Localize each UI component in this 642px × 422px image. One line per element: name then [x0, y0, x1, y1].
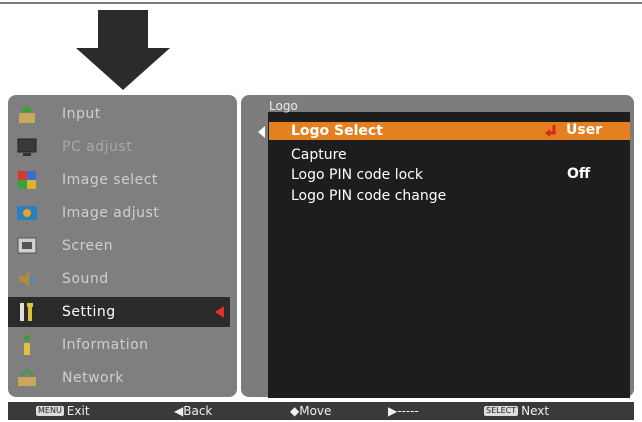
menu-item-label: PC adjust — [62, 139, 133, 155]
menu-item-information[interactable]: Information — [12, 330, 234, 360]
menu-item-label: Image adjust — [62, 205, 160, 221]
row-label: Logo PIN code lock — [291, 167, 423, 183]
return-arrow-icon — [545, 125, 556, 137]
menu-item-label: Input — [62, 106, 101, 122]
next-label: Next — [521, 404, 550, 418]
speaker-icon — [16, 268, 38, 290]
monitor-icon — [16, 136, 38, 158]
menu-item-image-select[interactable]: Image select — [12, 165, 234, 195]
pointer-left-icon — [258, 126, 265, 138]
submenu-row-logo-pin-change[interactable]: Logo PIN code change — [269, 187, 446, 205]
menu-item-sound[interactable]: Sound — [12, 264, 234, 294]
menu-item-label: Sound — [62, 271, 109, 287]
exit-hint[interactable]: MENU Exit — [36, 404, 90, 418]
row-label: Logo PIN code change — [291, 188, 447, 204]
menu-item-label: Network — [62, 370, 124, 386]
input-icon — [16, 103, 38, 125]
exit-label: Exit — [66, 404, 90, 418]
menu-item-label: Information — [62, 337, 149, 353]
menu-item-network[interactable]: Network — [12, 363, 234, 393]
next-hint[interactable]: SELECT Next — [484, 404, 549, 418]
menu-key-icon: MENU — [36, 406, 64, 416]
submenu-title: Logo — [269, 99, 298, 113]
back-hint[interactable]: ◀Back — [174, 404, 212, 418]
info-icon — [16, 334, 38, 356]
select-key-icon: SELECT — [484, 406, 519, 416]
logo-pin-lock-value: Off — [567, 166, 591, 182]
submenu-row-logo-pin-lock[interactable]: Logo PIN code lock — [269, 166, 423, 184]
image-select-icon — [16, 169, 38, 191]
menu-item-label: Setting — [62, 304, 116, 320]
submenu-row-capture[interactable]: Capture — [269, 146, 347, 164]
menu-item-input[interactable]: Input — [12, 99, 234, 129]
menu-item-pc-adjust[interactable]: PC adjust — [12, 132, 234, 162]
row-label: Capture — [291, 147, 347, 163]
top-rule — [0, 2, 642, 4]
screen-icon — [16, 235, 38, 257]
row-label: Logo Select — [291, 123, 383, 139]
logo-select-value: User — [566, 122, 603, 138]
next-arrow-hint: ▶----- — [388, 404, 419, 418]
status-bar: MENU Exit ◀Back ◆Move ▶----- SELECT Next — [8, 402, 634, 420]
down-arrow-icon — [76, 10, 170, 90]
network-icon — [16, 367, 38, 389]
menu-item-label: Screen — [62, 238, 114, 254]
wrench-icon — [16, 301, 38, 323]
menu-item-label: Image select — [62, 172, 158, 188]
selected-indicator-icon — [215, 306, 224, 318]
image-adjust-icon — [16, 202, 38, 224]
move-hint: ◆Move — [290, 404, 332, 418]
menu-item-screen[interactable]: Screen — [12, 231, 234, 261]
menu-item-setting[interactable]: Setting — [8, 297, 230, 327]
menu-item-image-adjust[interactable]: Image adjust — [12, 198, 234, 228]
